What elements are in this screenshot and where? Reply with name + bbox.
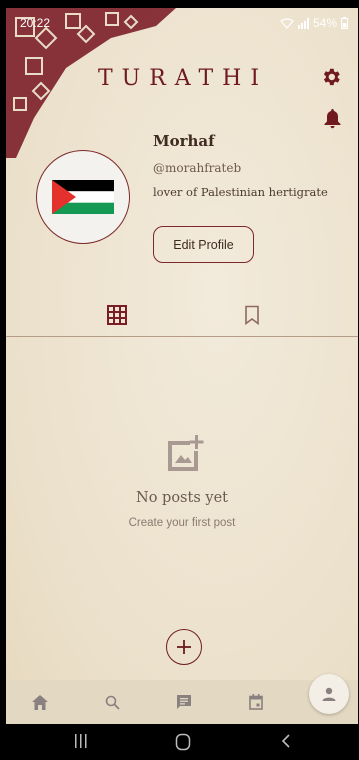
profile-name: Morhaf: [153, 132, 215, 150]
nav-calendar[interactable]: [246, 692, 266, 712]
status-bar: 20:22 54%: [6, 8, 358, 34]
app-brand-title: TURATHI: [98, 66, 269, 91]
profile-handle: @morahfrateb: [153, 161, 242, 175]
palestine-flag-icon: [52, 180, 114, 214]
bell-icon[interactable]: [324, 109, 341, 129]
calendar-icon: [249, 694, 263, 710]
profile-icon: [322, 687, 336, 701]
battery-icon: [341, 17, 348, 29]
nav-profile[interactable]: [309, 674, 349, 714]
empty-state-subtitle: Create your first post: [128, 517, 236, 529]
status-icons: 54%: [280, 16, 348, 30]
system-navigation-bar: [0, 724, 359, 760]
nav-home[interactable]: [30, 692, 50, 712]
tab-divider: [6, 336, 358, 337]
home-icon: [32, 694, 48, 710]
nav-search[interactable]: [102, 692, 122, 712]
add-photo-icon: [168, 435, 204, 471]
edit-profile-button[interactable]: Edit Profile: [153, 226, 254, 263]
wifi-icon: [280, 17, 294, 29]
back-icon[interactable]: [280, 733, 292, 749]
plus-icon: [177, 640, 191, 654]
recent-apps-icon[interactable]: [74, 733, 88, 749]
grid-icon[interactable]: [106, 304, 128, 326]
home-button-icon[interactable]: [175, 733, 191, 751]
create-post-button[interactable]: [166, 629, 202, 665]
gear-icon[interactable]: [320, 66, 342, 88]
app-screen: 20:22 54% TURATHI Morhaf @morahfrateb lo…: [6, 8, 358, 724]
chat-icon: [177, 695, 191, 709]
signal-icon: [297, 17, 309, 29]
status-time: 20:22: [20, 16, 51, 30]
profile-bio: lover of Palestinian hertigrate: [153, 185, 328, 199]
avatar[interactable]: [36, 150, 130, 244]
bookmark-icon[interactable]: [243, 305, 261, 325]
empty-state-title: No posts yet: [136, 490, 228, 506]
search-icon: [105, 695, 120, 710]
battery-percent: 54%: [312, 16, 337, 30]
nav-chat[interactable]: [174, 692, 194, 712]
bottom-navigation: [6, 680, 358, 724]
